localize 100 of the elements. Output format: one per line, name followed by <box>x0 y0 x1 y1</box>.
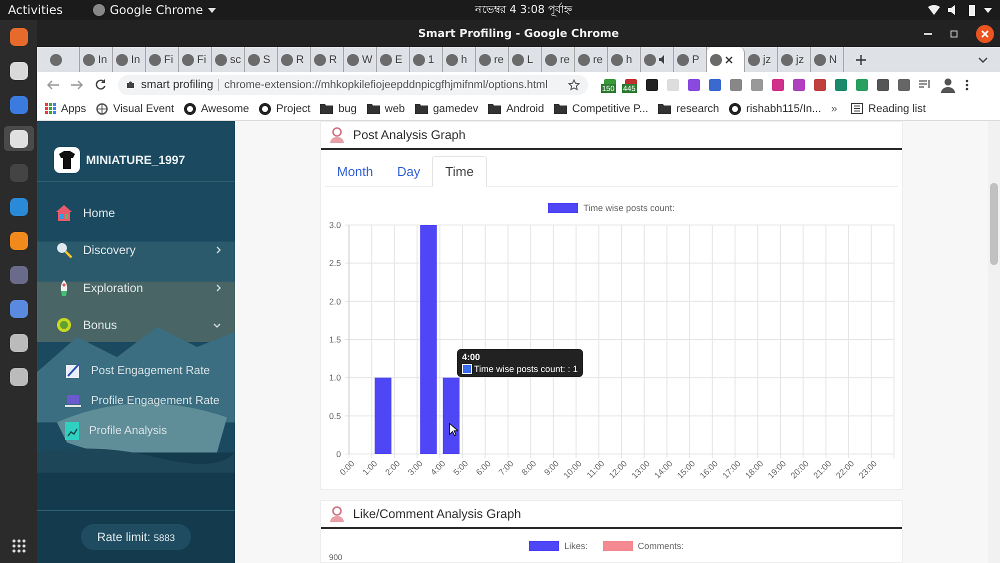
forward-icon[interactable] <box>71 80 83 90</box>
favicon-icon <box>446 54 458 66</box>
bookmark[interactable]: Visual Event <box>96 102 174 114</box>
back-icon[interactable] <box>47 80 59 90</box>
tab[interactable]: Month <box>325 156 386 186</box>
favicon-icon <box>578 54 590 66</box>
wifi-icon[interactable] <box>928 5 940 15</box>
reading-list-button[interactable]: Reading list <box>851 102 926 114</box>
laptop-icon <box>65 393 81 409</box>
card-title: Post Analysis Graph <box>353 128 466 142</box>
favicon-icon <box>215 54 227 66</box>
avatar-icon[interactable] <box>940 76 956 92</box>
caret-icon <box>208 8 216 12</box>
browser-tab[interactable] <box>707 47 745 72</box>
minimize-icon[interactable] <box>924 32 932 34</box>
address-bar[interactable]: smart profiling chrome-extension://mhkopkilefiojeepddnpicgfhjmifnml/options.html <box>118 74 588 94</box>
more-bookmarks-button[interactable]: » <box>831 102 838 114</box>
submenu-item[interactable]: Post Engagement Rate <box>65 356 235 386</box>
favicon-icon <box>182 54 194 66</box>
axis-label: 0.5 <box>329 410 341 421</box>
favicon-icon <box>781 54 793 66</box>
card-title: Like/Comment Analysis Graph <box>353 507 522 521</box>
axis-label: 4:00 <box>428 458 448 478</box>
clock[interactable]: নভেম্বর 4 3:08 পূর্বাহ্ন <box>475 0 572 20</box>
apps-grid-icon <box>45 103 56 114</box>
more-icon[interactable] <box>965 78 969 90</box>
user-icon <box>329 506 345 522</box>
favicon-icon <box>248 54 260 66</box>
legend-swatch[interactable] <box>529 541 560 551</box>
axis-label: 1.5 <box>329 334 341 344</box>
legend-label[interactable]: Time wise posts count: <box>583 203 675 213</box>
submenu-item[interactable]: Profile Engagement Rate <box>65 386 235 416</box>
media-icon[interactable] <box>919 80 931 90</box>
favicon-icon <box>83 54 95 66</box>
new-tab-icon[interactable] <box>856 54 866 64</box>
avatar-icon <box>54 147 80 173</box>
axis-label: 0 <box>336 449 341 459</box>
rate-limit: Rate limit: 5883 <box>81 524 191 550</box>
bookmark[interactable]: research <box>658 102 720 114</box>
activities-button[interactable]: Activities <box>8 3 63 17</box>
axis-label: 6:00 <box>474 458 493 478</box>
legend-swatch <box>462 364 472 374</box>
axis-label: 7:00 <box>496 458 516 478</box>
app-grid-icon[interactable] <box>12 539 26 553</box>
legend-swatch[interactable] <box>602 541 633 551</box>
caret-icon[interactable] <box>984 8 992 12</box>
star-icon[interactable] <box>568 78 580 90</box>
globe-icon <box>96 102 108 114</box>
favicon-icon <box>281 54 293 66</box>
list-icon <box>851 103 864 114</box>
favicon-icon <box>413 54 425 66</box>
username: MINIATURE_1997 <box>86 153 186 167</box>
maximize-icon[interactable] <box>950 30 958 38</box>
battery-icon[interactable] <box>968 4 976 16</box>
extension-icon[interactable] <box>877 78 889 90</box>
bookmark[interactable]: bug <box>320 102 357 114</box>
favicon-icon <box>479 54 491 66</box>
sidebar-item[interactable]: Exploration <box>37 269 235 306</box>
favicon-icon <box>347 54 359 66</box>
tab[interactable]: Day <box>385 156 432 186</box>
sidebar-item[interactable]: Home <box>37 194 235 232</box>
legend-label[interactable]: Comments: <box>638 541 684 551</box>
app-icon <box>8 264 28 284</box>
favicon-icon <box>314 54 326 66</box>
bookmark[interactable]: web <box>366 102 405 114</box>
bar[interactable] <box>442 378 460 454</box>
legend-swatch[interactable] <box>548 203 578 213</box>
sidebar-item[interactable]: Discovery <box>37 232 235 269</box>
bookmark[interactable]: Apps <box>45 102 86 114</box>
bookmark[interactable]: rishabh115/In... <box>729 102 822 114</box>
tooltip-text: Time wise posts count: : 1 <box>474 364 578 374</box>
favicon-icon <box>116 54 128 66</box>
badge-icon <box>55 316 73 334</box>
app-icon <box>8 332 28 352</box>
bookmark[interactable]: Awesome <box>184 102 250 114</box>
app-icon <box>8 366 28 386</box>
dock-item[interactable] <box>4 126 34 151</box>
app-menu[interactable]: Google Chrome <box>110 3 203 17</box>
folder-icon <box>658 104 672 114</box>
extension-icon[interactable] <box>646 78 658 90</box>
favicon-icon <box>149 54 161 66</box>
reload-icon[interactable] <box>95 79 106 90</box>
favicon-icon <box>512 54 524 66</box>
bookmark[interactable]: gamedev <box>414 102 478 114</box>
close-icon[interactable] <box>976 24 994 42</box>
axis-label: 900 <box>328 552 344 562</box>
app-icon <box>8 26 28 46</box>
chevron-down-icon[interactable] <box>978 56 988 62</box>
legend-label[interactable]: Likes: <box>564 541 588 551</box>
close-icon[interactable] <box>725 56 733 64</box>
folder-icon <box>414 104 428 114</box>
bookmark[interactable]: Project <box>259 102 310 114</box>
cursor-icon <box>449 423 458 436</box>
tooltip: 4:00 Time wise posts count: : 1 <box>457 349 583 377</box>
user-icon <box>329 127 345 143</box>
tab[interactable]: Time <box>432 156 487 187</box>
bookmark[interactable]: Android <box>488 102 544 114</box>
sidebar-item[interactable]: Bonus <box>37 306 235 344</box>
scrollbar-thumb[interactable] <box>990 183 998 265</box>
bookmark[interactable]: Competitive P... <box>554 102 648 114</box>
